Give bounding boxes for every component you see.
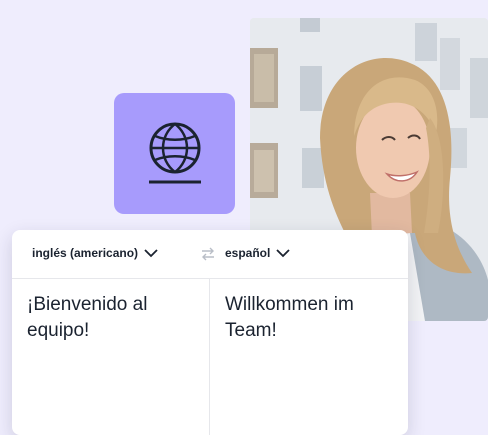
chevron-down-icon xyxy=(276,249,290,258)
target-text-pane: Willkommen im Team! xyxy=(210,279,408,435)
source-text: ¡Bienvenido al equipo! xyxy=(27,294,148,341)
language-bar: inglés (americano) español xyxy=(12,230,408,279)
target-language-select[interactable]: español xyxy=(225,246,290,260)
swap-arrows-icon xyxy=(202,247,214,261)
source-text-pane[interactable]: ¡Bienvenido al equipo! xyxy=(12,279,210,435)
globe-icon xyxy=(148,122,201,183)
translator-card: inglés (americano) español ¡Bienvenido a… xyxy=(12,230,408,435)
target-text: Willkommen im Team! xyxy=(225,294,354,341)
source-language-label: inglés (americano) xyxy=(32,246,139,260)
swap-languages-button[interactable] xyxy=(200,246,216,267)
target-language-label: español xyxy=(225,246,271,260)
globe-tile xyxy=(114,93,235,214)
source-language-select[interactable]: inglés (americano) xyxy=(32,246,158,260)
chevron-down-icon xyxy=(144,249,158,258)
